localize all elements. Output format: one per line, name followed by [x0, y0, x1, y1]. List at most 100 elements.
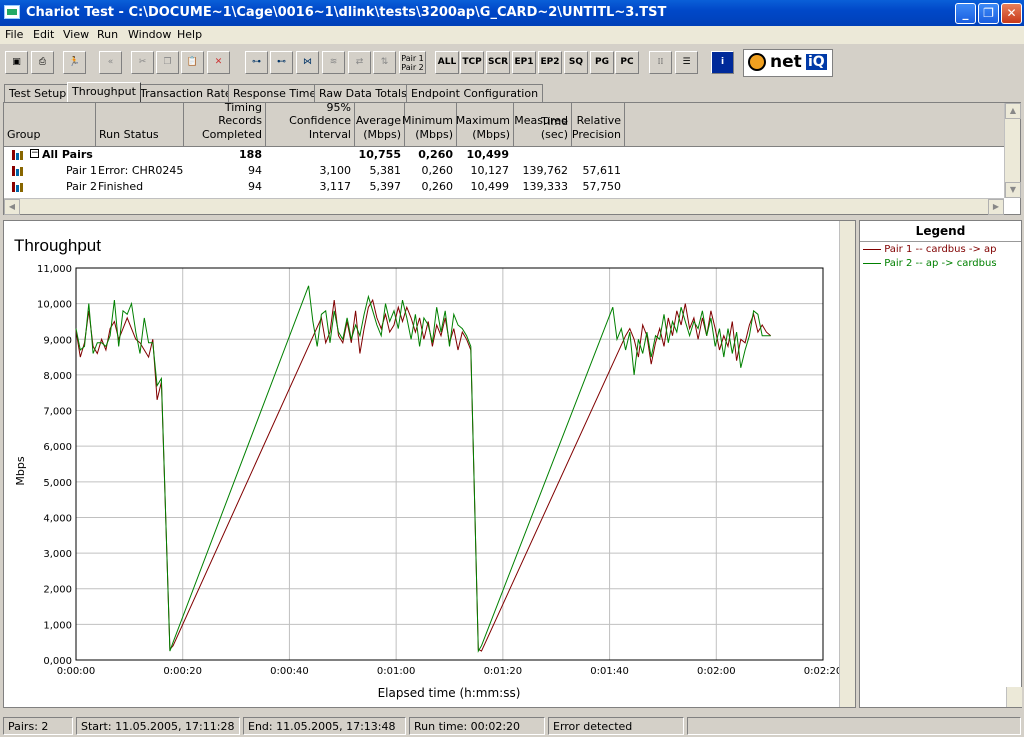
minimize-button[interactable]: _ — [955, 3, 976, 24]
filter-pg-button[interactable]: PG — [590, 51, 614, 74]
col-timing-records[interactable]: Timing Records Completed — [184, 101, 266, 147]
filter-ep1-button[interactable]: EP1 — [512, 51, 536, 74]
row-records: 94 — [248, 180, 262, 193]
filter-pc-button[interactable]: PC — [615, 51, 639, 74]
title-bar[interactable]: Chariot Test - C:\DOCUME~1\Cage\0016~1\d… — [0, 0, 1024, 26]
scroll-down-icon[interactable]: ▼ — [1005, 182, 1021, 198]
plot-area — [75, 267, 824, 661]
cut-icon[interactable]: ✂ — [131, 51, 154, 74]
multicast-icon[interactable]: ⊷ — [270, 51, 293, 74]
run-icon[interactable]: 🏃 — [63, 51, 86, 74]
menu-edit[interactable]: Edit — [33, 28, 54, 41]
legend-label: Pair 2 -- ap -> cardbus — [884, 258, 997, 269]
chart-vertical-scrollbar[interactable] — [839, 221, 855, 707]
tab-throughput[interactable]: Throughput — [67, 82, 141, 102]
row-records: 188 — [239, 148, 262, 161]
tab-raw-data-totals[interactable]: Raw Data Totals — [314, 84, 412, 102]
row-maximum: 10,127 — [470, 164, 510, 177]
col-maximum[interactable]: Maximum (Mbps) — [456, 103, 514, 147]
legend-item-pair2[interactable]: Pair 2 -- ap -> cardbus — [863, 258, 997, 269]
tab-strip: Test Setup Throughput Transaction Rate R… — [0, 82, 1024, 102]
scroll-up-icon[interactable]: ▲ — [1005, 103, 1021, 119]
row-group: All Pairs — [42, 148, 93, 161]
menu-help[interactable]: Help — [177, 28, 202, 41]
row-maximum: 10,499 — [470, 180, 510, 193]
menu-file[interactable]: File — [5, 28, 23, 41]
row-group: Pair 1 — [66, 164, 97, 177]
menu-view[interactable]: View — [63, 28, 89, 41]
swap-icon[interactable]: ⇄ — [348, 51, 371, 74]
edit-pair-icon[interactable]: ≋ — [322, 51, 345, 74]
table-horizontal-scrollbar[interactable]: ◀ ▶ — [4, 198, 1004, 215]
delete-icon[interactable]: ✕ — [207, 51, 230, 74]
y-tick-label: 10,000 — [37, 300, 72, 311]
row-confidence: 3,117 — [319, 180, 352, 193]
filter-tcp-button[interactable]: TCP — [460, 51, 484, 74]
filter-sq-button[interactable]: SQ — [564, 51, 588, 74]
close-button[interactable]: ✕ — [1001, 3, 1022, 24]
row-minimum: 0,260 — [421, 180, 454, 193]
row-average: 5,381 — [369, 164, 402, 177]
row-minimum: 0,260 — [418, 148, 453, 161]
info-icon[interactable]: i — [711, 51, 734, 74]
filter-ep2-button[interactable]: EP2 — [538, 51, 562, 74]
scroll-right-icon[interactable]: ▶ — [988, 199, 1004, 215]
netiq-logo: net iQ — [743, 49, 833, 77]
col-average[interactable]: Average (Mbps) — [355, 103, 405, 147]
table-row[interactable]: − All Pairs 188 10,755 0,260 10,499 — [4, 148, 1004, 163]
filter-scr-button[interactable]: SCR — [486, 51, 510, 74]
col-filler — [625, 103, 1004, 147]
maximize-button[interactable]: ❐ — [978, 3, 999, 24]
columns-icon[interactable]: ⁞⁞ — [649, 51, 672, 74]
y-tick-label: 11,000 — [37, 264, 72, 275]
list-icon[interactable]: ☰ — [675, 51, 698, 74]
series-line-pair2 — [75, 285, 771, 653]
y-tick-label: 5,000 — [43, 478, 72, 489]
col-group[interactable]: Group — [4, 103, 96, 147]
new-icon[interactable]: ▣ — [5, 51, 28, 74]
paste-icon[interactable]: 📋 — [181, 51, 204, 74]
back-icon[interactable]: « — [99, 51, 122, 74]
throughput-chart: Throughput Mbps Elapsed time (h:mm:ss) 0… — [14, 236, 843, 700]
copy-icon[interactable]: ❐ — [156, 51, 179, 74]
col-confidence[interactable]: 95% Confidence Interval — [266, 101, 355, 147]
collapse-toggle[interactable]: − — [30, 149, 39, 158]
col-measured-time[interactable]: Measured Time (sec) — [514, 103, 572, 147]
col-run-status[interactable]: Run Status — [96, 103, 184, 147]
print-icon[interactable]: ⎙ — [31, 51, 54, 74]
filter-all-button[interactable]: ALL — [435, 51, 459, 74]
split-icon[interactable]: ⋈ — [296, 51, 319, 74]
tab-endpoint-configuration[interactable]: Endpoint Configuration — [406, 84, 544, 102]
status-end: End: 11.05.2005, 17:13:48 — [243, 717, 406, 735]
script-icon[interactable]: ⇅ — [373, 51, 396, 74]
menu-window[interactable]: Window — [128, 28, 171, 41]
x-tick-label: 0:02:20 — [804, 666, 843, 677]
netiq-logo-mark — [748, 53, 766, 71]
legend-scrollbar[interactable] — [1006, 687, 1022, 707]
legend-item-pair1[interactable]: Pair 1 -- cardbus -> ap — [863, 244, 997, 255]
col-relative-precision[interactable]: Relative Precision — [572, 103, 625, 147]
tab-test-setup[interactable]: Test Setup — [4, 84, 72, 102]
col-minimum[interactable]: Minimum (Mbps) — [402, 103, 457, 147]
y-tick-label: 7,000 — [43, 407, 72, 418]
chart-icon — [12, 150, 24, 160]
netiq-logo-text: net — [770, 52, 802, 72]
row-precision: 57,750 — [582, 180, 622, 193]
tab-transaction-rate[interactable]: Transaction Rate — [135, 84, 237, 102]
y-tick-label: 2,000 — [43, 585, 72, 596]
row-records: 94 — [248, 164, 262, 177]
tab-response-time[interactable]: Response Time — [228, 84, 322, 102]
scroll-left-icon[interactable]: ◀ — [4, 199, 20, 215]
chart-icon — [12, 166, 24, 176]
pair2-label: Pair 2 — [401, 63, 424, 72]
y-tick-label: 9,000 — [43, 335, 72, 346]
table-row[interactable]: Pair 2 Finished 94 3,117 5,397 0,260 10,… — [4, 180, 1004, 195]
table-vertical-scrollbar[interactable]: ▲ ▼ — [1004, 103, 1021, 198]
pair-toggle-button[interactable]: Pair 1 Pair 2 — [399, 51, 426, 74]
x-tick-label: 0:02:00 — [697, 666, 736, 677]
add-pair-icon[interactable]: ⊶ — [245, 51, 268, 74]
row-status: Finished — [98, 180, 144, 193]
menu-run[interactable]: Run — [97, 28, 118, 41]
row-status: Error: CHR0245 — [98, 164, 184, 177]
table-row[interactable]: Pair 1 Error: CHR0245 94 3,100 5,381 0,2… — [4, 164, 1004, 179]
